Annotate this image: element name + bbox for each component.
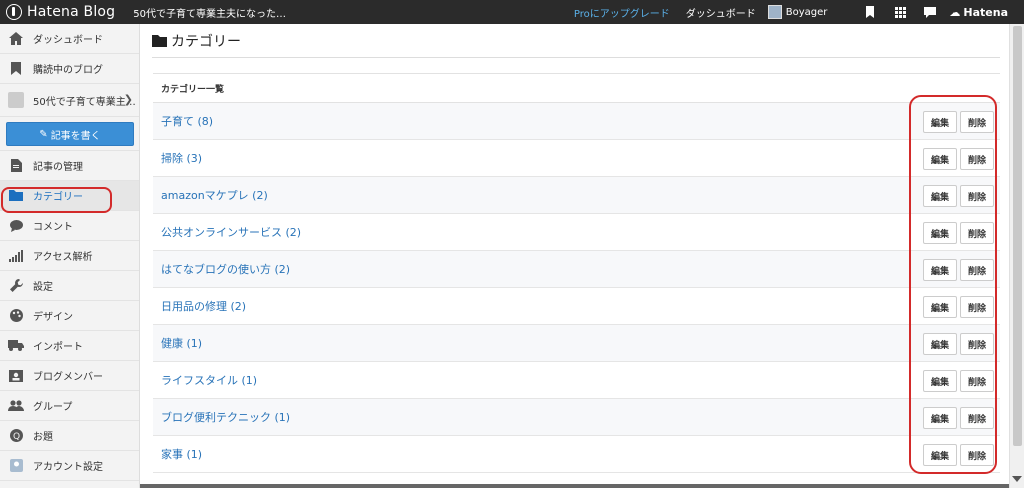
category-link[interactable]: ブログ便利テクニック (1) <box>161 409 290 425</box>
category-link[interactable]: 公共オンラインサービス (2) <box>161 224 301 240</box>
category-link[interactable]: 健康 (1) <box>161 335 202 351</box>
sidebar-item-label: 購読中のブログ <box>33 65 103 76</box>
user-name: Boyager <box>785 6 828 18</box>
sidebar-item-theme[interactable]: Q お題 <box>0 421 139 451</box>
category-link[interactable]: はてなブログの使い方 (2) <box>161 261 290 277</box>
sidebar-item-label: アクセス解析 <box>33 252 93 263</box>
folder-icon <box>152 34 167 47</box>
sidebar-item-members[interactable]: ブログメンバー <box>0 361 139 391</box>
category-list-panel: カテゴリー一覧 子育て (8) 編集 削除 掃除 (3) 編集 削除 amazonマケプレ … <box>153 73 1000 473</box>
sidebar-item-label: 50代で子育て専業主… <box>33 96 136 108</box>
sidebar-item-settings[interactable]: 設定 <box>0 271 139 301</box>
group-icon <box>8 398 24 414</box>
sidebar-item-subscriptions[interactable]: 購読中のブログ <box>0 54 139 84</box>
brand[interactable]: Hatena Blog <box>0 0 115 24</box>
table-row: 日用品の修理 (2) 編集 削除 <box>153 288 1000 325</box>
dashboard-link[interactable]: ダッシュボード <box>686 5 756 20</box>
table-row: 掃除 (3) 編集 削除 <box>153 140 1000 177</box>
pro-upgrade-link[interactable]: Proにアップグレード <box>574 5 670 20</box>
comment-icon <box>8 218 24 234</box>
wrench-icon <box>8 278 24 294</box>
highlight-box-actions <box>909 95 997 474</box>
table-row: 健康 (1) 編集 削除 <box>153 325 1000 362</box>
page-header: カテゴリー <box>152 24 1000 58</box>
table-row: amazonマケプレ (2) 編集 削除 <box>153 177 1000 214</box>
sidebar-item-dashboard[interactable]: ダッシュボード <box>0 24 139 54</box>
signal-bars-icon <box>8 248 24 264</box>
scrollbar-thumb[interactable] <box>1013 26 1022 446</box>
highlight-box-category <box>1 187 112 213</box>
app-root: Hatena Blog 50代で子育て専業主夫になった… Proにアップグレード… <box>0 0 1024 488</box>
truck-icon <box>8 338 24 354</box>
document-icon <box>8 158 24 174</box>
sidebar: ダッシュボード 購読中のブログ 50代で子育て専業主… ❯ ✎ 記事を書く 記事… <box>0 24 140 488</box>
category-list: 子育て (8) 編集 削除 掃除 (3) 編集 削除 amazonマケプレ (2) 編集 削除公… <box>153 103 1000 473</box>
page-title: カテゴリー <box>171 33 241 50</box>
bookmark-icon <box>8 61 24 77</box>
table-row: ライフスタイル (1) 編集 削除 <box>153 362 1000 399</box>
grid-menu-icon[interactable] <box>885 0 915 24</box>
chevron-right-icon: ❯ <box>123 93 133 106</box>
theme-question-icon: Q <box>8 428 24 444</box>
sidebar-item-label: 設定 <box>33 282 53 293</box>
main-content: カテゴリー カテゴリー一覧 子育て (8) 編集 削除 掃除 (3) 編集 削除 amazo… <box>152 24 1000 488</box>
hatena-name: Hatena <box>963 5 1008 19</box>
notification-icon[interactable] <box>915 0 945 24</box>
sidebar-item-account[interactable]: アカウント設定 <box>0 451 139 481</box>
blog-thumbnail-icon <box>8 92 24 108</box>
sidebar-item-label: お題 <box>33 432 53 443</box>
category-link[interactable]: 掃除 (3) <box>161 150 202 166</box>
hatena-menu[interactable]: ☁ Hatena <box>949 6 1008 19</box>
scroll-down-arrow-icon[interactable] <box>1012 476 1022 482</box>
svg-text:Q: Q <box>12 432 19 442</box>
top-right-nav: Proにアップグレード ダッシュボード Boyager ☁ Hatena <box>574 0 1024 24</box>
category-link[interactable]: 日用品の修理 (2) <box>161 298 246 314</box>
sidebar-item-label: ダッシュボード <box>33 35 103 46</box>
avatar <box>767 5 782 19</box>
table-row: はてなブログの使い方 (2) 編集 削除 <box>153 251 1000 288</box>
top-bar: Hatena Blog 50代で子育て専業主夫になった… Proにアップグレード… <box>0 0 1024 24</box>
sidebar-item-blog[interactable]: 50代で子育て専業主… ❯ <box>0 84 139 117</box>
hatena-blog-logo-icon <box>6 4 22 20</box>
category-link[interactable]: 家事 (1) <box>161 446 202 462</box>
user-menu[interactable]: Boyager <box>767 5 828 19</box>
write-entry-button[interactable]: ✎ 記事を書く <box>6 122 134 146</box>
table-row: ブログ便利テクニック (1) 編集 削除 <box>153 399 1000 436</box>
table-row: 子育て (8) 編集 削除 <box>153 103 1000 140</box>
sidebar-item-label: デザイン <box>33 312 73 323</box>
edit-icon: ✎ <box>39 128 48 140</box>
sidebar-item-design[interactable]: デザイン <box>0 301 139 331</box>
write-button-label: 記事を書く <box>50 130 101 142</box>
horizontal-scrollbar[interactable] <box>140 484 1009 488</box>
sidebar-item-import[interactable]: インポート <box>0 331 139 361</box>
sidebar-item-label: グループ <box>33 402 73 413</box>
sidebar-item-comment[interactable]: コメント <box>0 211 139 241</box>
sidebar-item-label: ブログメンバー <box>33 372 103 383</box>
category-list-header: カテゴリー一覧 <box>153 74 1000 103</box>
write-button-wrap: ✎ 記事を書く <box>0 117 139 151</box>
category-link[interactable]: 子育て (8) <box>161 113 213 129</box>
member-card-icon <box>8 368 24 384</box>
hatena-mark-icon: ☁ <box>949 5 961 19</box>
category-link[interactable]: amazonマケプレ (2) <box>161 187 268 203</box>
table-row: 家事 (1) 編集 削除 <box>153 436 1000 473</box>
sidebar-item-entries[interactable]: 記事の管理 <box>0 151 139 181</box>
blog-title[interactable]: 50代で子育て専業主夫になった… <box>133 5 286 20</box>
sidebar-item-label: インポート <box>33 342 83 353</box>
sidebar-item-access[interactable]: アクセス解析 <box>0 241 139 271</box>
home-icon <box>8 31 24 47</box>
sidebar-item-label: コメント <box>33 222 73 233</box>
bookmark-icon[interactable] <box>855 0 885 24</box>
sidebar-item-group[interactable]: グループ <box>0 391 139 421</box>
sidebar-item-label: 記事の管理 <box>33 162 83 173</box>
account-icon <box>8 458 24 474</box>
category-link[interactable]: ライフスタイル (1) <box>161 372 257 388</box>
table-row: 公共オンラインサービス (2) 編集 削除 <box>153 214 1000 251</box>
sidebar-item-label: アカウント設定 <box>33 462 103 473</box>
brand-name: Hatena Blog <box>27 4 116 20</box>
vertical-scrollbar[interactable] <box>1009 24 1024 488</box>
palette-icon <box>8 308 24 324</box>
